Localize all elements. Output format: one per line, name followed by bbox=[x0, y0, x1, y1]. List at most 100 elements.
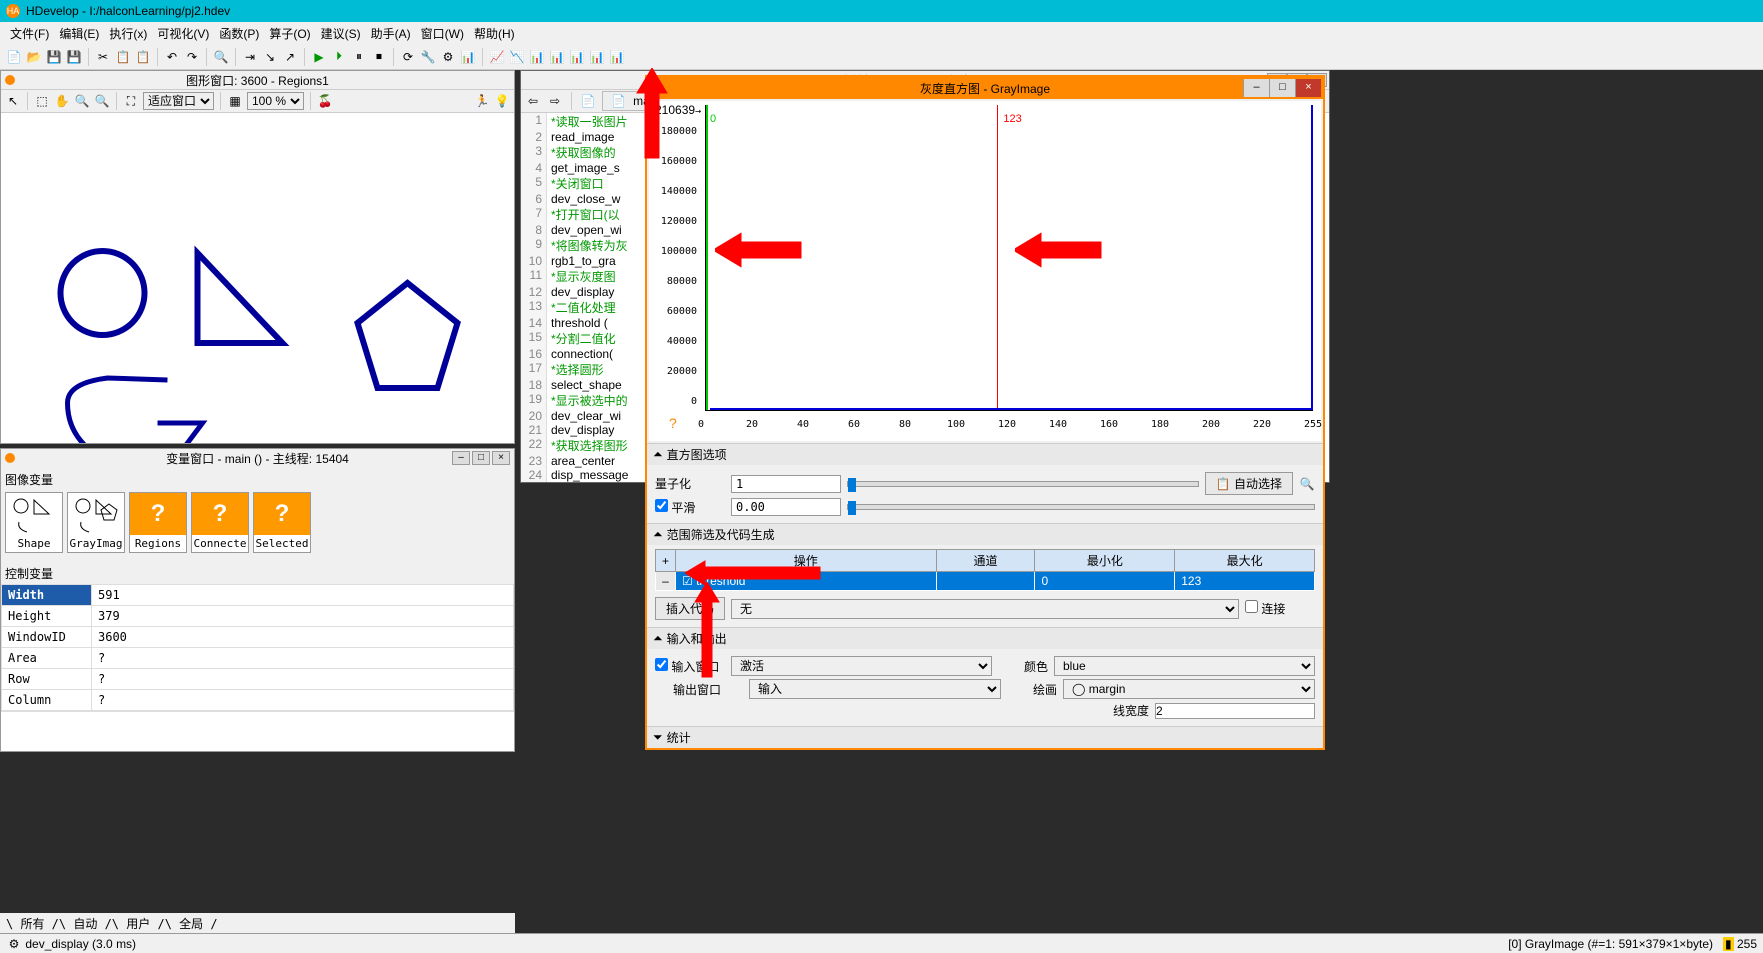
hist-range-hdr[interactable]: ⏶范围筛选及代码生成 bbox=[647, 523, 1323, 545]
menu-help[interactable]: 帮助(H) bbox=[470, 23, 519, 44]
redo-icon[interactable]: ↷ bbox=[184, 49, 200, 65]
menu-func[interactable]: 函数(P) bbox=[215, 23, 263, 44]
color-select[interactable]: blue bbox=[1054, 656, 1315, 676]
ctrl-row-windowid[interactable]: WindowID3600 bbox=[2, 627, 514, 648]
hist-min-icon[interactable]: – bbox=[1243, 79, 1269, 97]
gfx-canvas[interactable] bbox=[1, 113, 514, 443]
tool3-icon[interactable]: 📊 bbox=[460, 49, 476, 65]
quant-slider[interactable] bbox=[847, 481, 1199, 487]
hist-max-icon[interactable]: □ bbox=[1269, 79, 1295, 97]
var-titlebar[interactable]: 变量窗口 - main () - 主线程: 15404 – □ × bbox=[1, 449, 514, 467]
chart6-icon[interactable]: 📊 bbox=[589, 49, 605, 65]
new-icon[interactable]: 📄 bbox=[6, 49, 22, 65]
hist-titlebar[interactable]: 灰度直方图 - GrayImage – □ × bbox=[647, 77, 1323, 99]
draw-select[interactable]: ◯ margin bbox=[1063, 679, 1315, 699]
stepout-icon[interactable]: ↗ bbox=[282, 49, 298, 65]
chart4-icon[interactable]: 📊 bbox=[549, 49, 565, 65]
hist-close-icon[interactable]: × bbox=[1295, 79, 1321, 97]
step-icon[interactable]: ⇥ bbox=[242, 49, 258, 65]
outwin-select[interactable]: 输入 bbox=[749, 679, 1001, 699]
gfx-grid-icon[interactable]: ▦ bbox=[227, 93, 243, 109]
imgvar-selected[interactable]: ? Selected bbox=[253, 492, 311, 553]
menu-window[interactable]: 窗口(W) bbox=[417, 23, 468, 44]
ctrl-row-height[interactable]: Height379 bbox=[2, 606, 514, 627]
hist-chart[interactable]: 210639→ 02000040000600008000010000012000… bbox=[649, 101, 1321, 441]
menu-exec[interactable]: 执行(x) bbox=[105, 23, 151, 44]
hist-stats-hdr[interactable]: ⏷统计 bbox=[647, 726, 1323, 748]
gfx-select-icon[interactable]: ⬚ bbox=[34, 93, 50, 109]
menu-edit[interactable]: 编辑(E) bbox=[55, 23, 103, 44]
ctrl-row-area[interactable]: Area? bbox=[2, 648, 514, 669]
var-min-icon[interactable]: – bbox=[452, 451, 470, 465]
imgvar-connecte[interactable]: ? Connecte bbox=[191, 492, 249, 553]
chart2-icon[interactable]: 📉 bbox=[509, 49, 525, 65]
run2-icon[interactable]: ⏵ bbox=[331, 49, 347, 65]
connect-checkbox[interactable] bbox=[1245, 600, 1258, 613]
saveall-icon[interactable]: 💾 bbox=[66, 49, 82, 65]
undo-icon[interactable]: ↶ bbox=[164, 49, 180, 65]
reset-icon[interactable]: ⟳ bbox=[400, 49, 416, 65]
stepin-icon[interactable]: ↘ bbox=[262, 49, 278, 65]
tool2-icon[interactable]: ⚙ bbox=[440, 49, 456, 65]
menu-suggest[interactable]: 建议(S) bbox=[317, 23, 365, 44]
chart1-icon[interactable]: 📈 bbox=[489, 49, 505, 65]
inwin-select[interactable]: 激活 bbox=[731, 656, 992, 676]
hist-green-line[interactable] bbox=[706, 105, 708, 410]
var-close-icon[interactable]: × bbox=[492, 451, 510, 465]
chart7-icon[interactable]: 📊 bbox=[609, 49, 625, 65]
tabs-bottom[interactable]: \ 所有 /\ 自动 /\ 用户 /\ 全局 / bbox=[0, 913, 515, 933]
insert-select[interactable]: 无 bbox=[731, 599, 1239, 619]
ctrl-row-column[interactable]: Column? bbox=[2, 690, 514, 711]
stop-icon[interactable]: ⏹ bbox=[371, 49, 387, 65]
imgvar-regions[interactable]: ? Regions bbox=[129, 492, 187, 553]
graphics-titlebar[interactable]: 图形窗口: 3600 - Regions1 bbox=[1, 71, 514, 89]
save-icon[interactable]: 💾 bbox=[46, 49, 62, 65]
pause-icon[interactable]: ⏸ bbox=[351, 49, 367, 65]
gfx-arrow-icon[interactable]: ↖ bbox=[5, 93, 21, 109]
copy-icon[interactable]: 📋 bbox=[115, 49, 131, 65]
menu-file[interactable]: 文件(F) bbox=[6, 23, 53, 44]
inwin-checkbox[interactable] bbox=[655, 658, 668, 671]
ed-new-icon[interactable]: 📄 bbox=[580, 93, 596, 109]
chart5-icon[interactable]: 📊 bbox=[569, 49, 585, 65]
gfx-cherry-icon[interactable]: 🍒 bbox=[317, 93, 333, 109]
del-row-button[interactable]: – bbox=[656, 572, 676, 591]
quant-input[interactable] bbox=[731, 475, 841, 493]
open-icon[interactable]: 📂 bbox=[26, 49, 42, 65]
hist-io-hdr[interactable]: ⏶输入和输出 bbox=[647, 627, 1323, 649]
gfx-fit-icon[interactable]: ⛶ bbox=[123, 93, 139, 109]
auto-select-button[interactable]: 📋 自动选择 bbox=[1205, 472, 1293, 495]
menu-assist[interactable]: 助手(A) bbox=[367, 23, 415, 44]
smooth-slider[interactable] bbox=[847, 504, 1315, 510]
gfx-person-icon[interactable]: 🏃 bbox=[474, 93, 490, 109]
gfx-zoom-select[interactable]: 100 % bbox=[247, 92, 304, 110]
menu-op[interactable]: 算子(O) bbox=[265, 23, 314, 44]
imgvar-grayimag[interactable]: GrayImag bbox=[67, 492, 125, 553]
hist-opts-hdr[interactable]: ⏶直方图选项 bbox=[647, 443, 1323, 465]
gfx-bulb-icon[interactable]: 💡 bbox=[494, 93, 510, 109]
ctrl-row-row[interactable]: Row? bbox=[2, 669, 514, 690]
find-icon[interactable]: 🔍 bbox=[213, 49, 229, 65]
cut-icon[interactable]: ✂ bbox=[95, 49, 111, 65]
smooth-input[interactable] bbox=[731, 498, 841, 516]
menu-vis[interactable]: 可视化(V) bbox=[153, 23, 213, 44]
ed-back-icon[interactable]: ⇦ bbox=[525, 93, 541, 109]
hist-help-icon[interactable]: ? bbox=[669, 415, 677, 431]
smooth-checkbox[interactable] bbox=[655, 499, 668, 512]
add-row-button[interactable]: + bbox=[656, 550, 676, 572]
ed-fwd-icon[interactable]: ⇨ bbox=[547, 93, 563, 109]
tool1-icon[interactable]: 🔧 bbox=[420, 49, 436, 65]
paste-icon[interactable]: 📋 bbox=[135, 49, 151, 65]
gfx-zoom2-icon[interactable]: 🔍 bbox=[94, 93, 110, 109]
gfx-pan-icon[interactable]: ✋ bbox=[54, 93, 70, 109]
histogram-icon[interactable]: 📊 bbox=[529, 49, 545, 65]
var-max-icon[interactable]: □ bbox=[472, 451, 490, 465]
run-icon[interactable]: ▶ bbox=[311, 49, 327, 65]
hist-red-line[interactable] bbox=[997, 105, 998, 410]
gfx-fit-select[interactable]: 适应窗口 bbox=[143, 92, 214, 110]
lw-input[interactable] bbox=[1155, 703, 1315, 719]
ctrl-row-width[interactable]: Width591 bbox=[2, 585, 514, 606]
refresh-icon[interactable]: 🔍 bbox=[1299, 476, 1315, 492]
gfx-zoom-icon[interactable]: 🔍 bbox=[74, 93, 90, 109]
imgvar-shape[interactable]: Shape bbox=[5, 492, 63, 553]
